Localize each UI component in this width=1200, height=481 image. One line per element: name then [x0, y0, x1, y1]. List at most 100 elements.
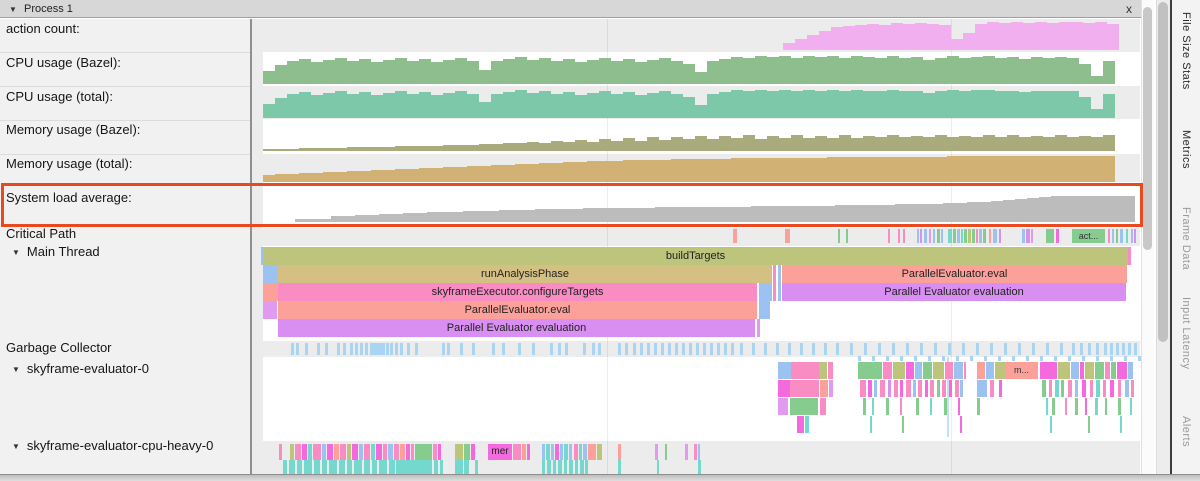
trace-slice[interactable]	[1071, 362, 1079, 379]
trace-slice[interactable]	[471, 444, 475, 460]
gc-slice[interactable]	[565, 343, 568, 355]
trace-slice[interactable]	[944, 398, 947, 415]
trace-slice[interactable]	[900, 380, 903, 397]
trace-slice[interactable]	[778, 283, 781, 301]
trace-slice[interactable]	[569, 460, 573, 474]
trace-slice[interactable]	[388, 444, 393, 460]
sidebar-tab-input-latency[interactable]: Input Latency	[1180, 297, 1192, 370]
trace-slice[interactable]	[579, 444, 582, 460]
trace-slice[interactable]	[558, 460, 562, 474]
trace-slice[interactable]	[995, 362, 1005, 379]
gc-slice[interactable]	[703, 343, 706, 355]
trace-slice[interactable]	[894, 380, 898, 397]
gc-slice[interactable]	[1128, 343, 1131, 355]
trace-slice[interactable]	[339, 460, 345, 474]
trace-slice[interactable]: Parallel Evaluator evaluation	[782, 283, 1126, 301]
trace-slice[interactable]	[828, 362, 833, 379]
trace-slice[interactable]	[1065, 398, 1067, 415]
gc-slice[interactable]	[1054, 356, 1057, 361]
gc-slice[interactable]	[990, 343, 993, 355]
gc-slice[interactable]	[598, 343, 601, 355]
trace-slice[interactable]	[394, 444, 399, 460]
trace-slice[interactable]	[1130, 398, 1132, 415]
trace-slice[interactable]	[1061, 380, 1064, 397]
trace-slice[interactable]	[977, 398, 980, 415]
trace-slice[interactable]	[759, 283, 772, 301]
trace-slice[interactable]	[297, 460, 302, 474]
critical-path-slice[interactable]	[961, 229, 963, 243]
trace-slice[interactable]	[868, 380, 872, 397]
gc-slice[interactable]	[365, 343, 368, 355]
gc-slice[interactable]	[1134, 343, 1137, 355]
trace-slice[interactable]	[304, 460, 312, 474]
gc-slice[interactable]	[942, 356, 945, 361]
trace-slice[interactable]	[542, 460, 545, 474]
trace-slice[interactable]	[1075, 398, 1078, 415]
trace-slice[interactable]	[1103, 380, 1106, 397]
gc-slice[interactable]	[1088, 343, 1091, 355]
trace-slice[interactable]	[295, 444, 301, 460]
trace-slice[interactable]	[440, 460, 443, 474]
gc-slice[interactable]	[1026, 356, 1029, 361]
trace-slice[interactable]	[1058, 362, 1070, 379]
trace-slice[interactable]	[1128, 247, 1131, 265]
trace-slice[interactable]	[359, 444, 363, 460]
gc-slice[interactable]	[390, 343, 393, 355]
critical-path-slice[interactable]	[1056, 229, 1059, 243]
trace-slice[interactable]	[585, 460, 588, 474]
trace-slice[interactable]	[863, 398, 866, 415]
trace-slice[interactable]	[376, 444, 382, 460]
trace-slice[interactable]	[900, 398, 902, 415]
trace-slice[interactable]	[977, 380, 987, 397]
trace-slice[interactable]	[888, 380, 891, 397]
critical-path-slice[interactable]	[929, 229, 931, 243]
trace-slice[interactable]	[1055, 380, 1059, 397]
trace-slice[interactable]	[411, 444, 414, 460]
trace-slice[interactable]	[829, 380, 833, 397]
trace-slice[interactable]	[1125, 380, 1129, 397]
trace-slice[interactable]	[915, 362, 922, 379]
trace-slice[interactable]	[464, 460, 469, 474]
trace-slice[interactable]	[583, 444, 587, 460]
gc-slice[interactable]	[1104, 343, 1107, 355]
trace-slice[interactable]	[340, 444, 346, 460]
gc-slice[interactable]	[550, 343, 553, 355]
trace-slice[interactable]	[657, 460, 659, 474]
trace-slice[interactable]	[290, 444, 294, 460]
trace-slice[interactable]	[406, 444, 410, 460]
critical-path-slice[interactable]	[957, 229, 960, 243]
critical-path-slice[interactable]	[979, 229, 982, 243]
gc-slice[interactable]	[956, 356, 959, 361]
critical-path-slice[interactable]	[924, 229, 927, 243]
trace-slice[interactable]	[564, 460, 567, 474]
trace-slice[interactable]	[389, 460, 395, 474]
gc-slice[interactable]	[948, 343, 951, 355]
trace-slice[interactable]	[347, 460, 352, 474]
critical-path-slice[interactable]	[948, 229, 952, 243]
inner-scrollbar-thumb[interactable]	[1143, 7, 1152, 250]
trace-slice[interactable]	[964, 362, 966, 379]
trace-slice[interactable]	[263, 283, 278, 301]
trace-slice[interactable]	[655, 444, 658, 460]
critical-path-slice[interactable]	[1126, 229, 1128, 243]
trace-slice[interactable]	[597, 444, 602, 460]
gc-slice[interactable]	[1018, 343, 1021, 355]
gc-slice[interactable]	[355, 343, 358, 355]
trace-slice[interactable]	[1110, 380, 1114, 397]
gc-slice[interactable]	[400, 343, 403, 355]
trace-slice[interactable]	[805, 416, 809, 433]
trace-slice[interactable]	[551, 444, 554, 460]
trace-slice[interactable]	[1095, 362, 1104, 379]
trace-slice[interactable]	[379, 460, 387, 474]
gc-slice[interactable]	[689, 343, 692, 355]
trace-slice[interactable]	[555, 444, 559, 460]
trace-slice[interactable]	[618, 444, 621, 460]
trace-slice[interactable]: buildTargets	[263, 247, 1128, 265]
trace-slice[interactable]	[400, 444, 405, 460]
trace-slice[interactable]	[580, 460, 584, 474]
trace-slice[interactable]	[949, 380, 952, 397]
critical-path-slice[interactable]	[937, 229, 940, 243]
trace-slice[interactable]	[999, 380, 1002, 397]
gc-slice[interactable]	[1082, 356, 1085, 361]
gc-slice[interactable]	[1116, 343, 1119, 355]
